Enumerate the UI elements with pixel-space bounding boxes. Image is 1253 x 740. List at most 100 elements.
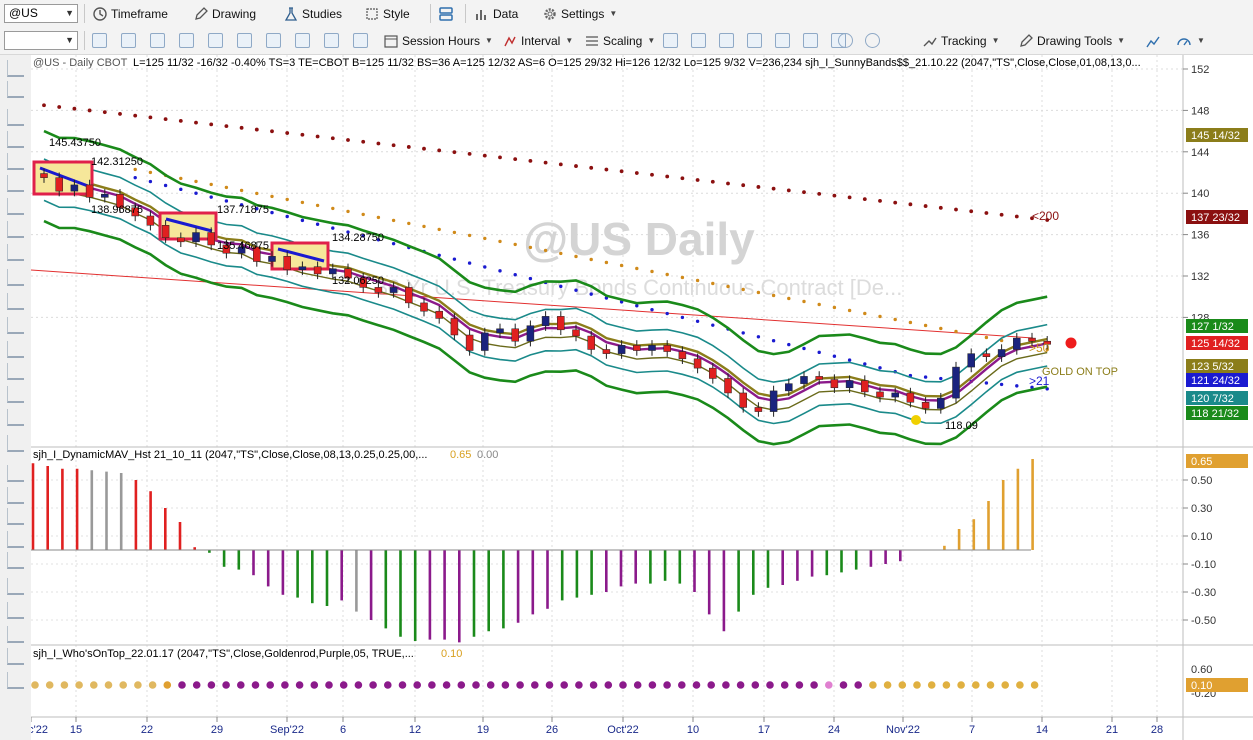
ma200-dot <box>102 110 107 115</box>
drawing-tool-button[interactable] <box>7 409 24 426</box>
drawing-tool-button[interactable] <box>7 109 24 126</box>
add-chart-button[interactable] <box>1145 30 1161 51</box>
drawing-tool-button[interactable] <box>7 508 24 525</box>
drawing-tool-button[interactable] <box>7 81 24 98</box>
price-badge-label: 121 24/32 <box>1191 375 1240 387</box>
chevron-down-icon[interactable]: ▼ <box>992 36 1000 45</box>
toolbar-icon-button[interactable] <box>353 33 368 48</box>
tracking-button[interactable]: Tracking ▼ <box>922 30 1000 51</box>
ma50-dot <box>513 242 517 247</box>
style-button[interactable]: Style <box>364 3 410 24</box>
drawing-button[interactable]: Drawing <box>193 3 256 24</box>
drawing-tools-button[interactable]: Drawing Tools ▼ <box>1018 30 1125 51</box>
price-annotation: 135.46875 <box>217 240 269 252</box>
toolbar-icon-button[interactable] <box>295 33 310 48</box>
toolbar-icon-button[interactable] <box>121 33 136 48</box>
whos-on-top-value: 0.10 <box>441 648 462 660</box>
chevron-down-icon[interactable]: ▼ <box>485 36 493 45</box>
toolbar-icon-button[interactable] <box>324 33 339 48</box>
toolbar-icon-button[interactable] <box>179 33 194 48</box>
toolbar-icon-button[interactable] <box>266 33 281 48</box>
drawing-tool-button[interactable] <box>7 341 24 358</box>
ma200-dot <box>513 157 518 162</box>
toolbar-icon-button[interactable] <box>691 33 706 48</box>
interval-combo[interactable]: ▼ <box>4 31 78 50</box>
chart-area[interactable]: @US Daily 30 Yr U.S. Treasury Bonds Cont… <box>31 55 1253 740</box>
ma50-dot <box>984 335 989 340</box>
toolbar-icon-button[interactable] <box>775 33 790 48</box>
session-hours-button[interactable]: Session Hours ▼ <box>383 30 493 51</box>
toolbar-icon-button[interactable] <box>663 33 678 48</box>
drawing-tool-button[interactable] <box>7 244 24 261</box>
chevron-down-icon[interactable]: ▼ <box>65 5 74 22</box>
drawing-tool-button[interactable] <box>7 386 24 403</box>
toolbar-icon-button[interactable] <box>92 33 107 48</box>
toolbar-icon-button[interactable] <box>208 33 223 48</box>
zoom-button[interactable] <box>865 33 880 48</box>
data-button[interactable]: Data <box>474 3 518 24</box>
candle <box>207 232 215 246</box>
layout-button[interactable] <box>438 3 454 24</box>
drawing-tool-button[interactable] <box>7 60 24 77</box>
drawing-tool-button[interactable] <box>7 153 24 170</box>
whos-on-top-dot <box>854 681 862 689</box>
ma21-dot <box>300 218 305 223</box>
ma200-dot <box>969 209 974 214</box>
clock-icon <box>93 6 107 21</box>
drawing-tool-button[interactable] <box>7 487 24 504</box>
chevron-down-icon[interactable]: ▼ <box>609 9 617 18</box>
drawing-tool-button[interactable] <box>7 531 24 548</box>
chevron-down-icon[interactable]: ▼ <box>1197 36 1205 45</box>
whos-on-top-tick-label: 0.60 <box>1191 664 1212 676</box>
toolbar-icon-button[interactable] <box>150 33 165 48</box>
drawing-tool-button[interactable] <box>7 269 24 286</box>
scaling-button[interactable]: Scaling ▼ <box>584 30 655 51</box>
ma21-dot <box>589 292 593 296</box>
whos-on-top-dot <box>134 681 142 689</box>
toolbar-icon-button[interactable] <box>237 33 252 48</box>
studies-button[interactable]: Studies <box>283 3 342 24</box>
drawing-tool-button[interactable] <box>7 552 24 569</box>
drawing-tool-button[interactable] <box>7 626 24 643</box>
price-tick-label: 136 <box>1191 230 1209 242</box>
chevron-down-icon[interactable]: ▼ <box>65 32 74 49</box>
drawing-tool-button[interactable] <box>7 578 24 595</box>
settings-button[interactable]: Settings ▼ <box>542 3 617 24</box>
zoom-button[interactable] <box>838 33 853 48</box>
interval-button[interactable]: Interval ▼ <box>502 30 573 51</box>
candle <box>511 328 519 342</box>
drawing-tool-button[interactable] <box>7 175 24 192</box>
drawing-tool-button[interactable] <box>7 602 24 619</box>
candle <box>693 358 702 369</box>
drawing-tool-button[interactable] <box>7 198 24 215</box>
drawing-tool-button[interactable] <box>7 648 24 665</box>
toolbar-icon-button[interactable] <box>719 33 734 48</box>
drawing-tool-button[interactable] <box>7 363 24 380</box>
symbol-combo[interactable]: @US ▼ <box>4 4 78 23</box>
timeframe-button[interactable]: Timeframe <box>92 3 168 24</box>
whos-on-top-dot <box>339 681 348 689</box>
toolbar-icon-button[interactable] <box>747 33 762 48</box>
whos-on-top-dot <box>927 681 936 689</box>
drawing-tool-button[interactable] <box>7 435 24 452</box>
drawing-tool-button[interactable] <box>7 672 24 689</box>
chevron-down-icon[interactable]: ▼ <box>565 36 573 45</box>
whos-on-top-dot <box>633 681 642 689</box>
drawing-tool-button[interactable] <box>7 221 24 238</box>
ma200-dot <box>589 165 594 170</box>
drawing-tool-button[interactable] <box>7 465 24 482</box>
candle <box>481 332 489 351</box>
chevron-down-icon[interactable]: ▼ <box>647 36 655 45</box>
toolbar-icon-button[interactable] <box>803 33 818 48</box>
ma50-dot <box>239 188 244 193</box>
ma200-dot <box>574 164 578 168</box>
chevron-down-icon[interactable]: ▼ <box>1117 36 1125 45</box>
whos-on-top-dot <box>192 681 201 689</box>
drawing-tool-button[interactable] <box>7 317 24 334</box>
drawing-tool-button[interactable] <box>7 293 24 310</box>
dashboard-button[interactable]: ▼ <box>1176 30 1205 51</box>
drawing-tool-button[interactable] <box>7 131 24 148</box>
ma50-dot <box>847 308 852 313</box>
whos-on-top-dot <box>251 681 260 689</box>
price-tick-label: 140 <box>1191 188 1209 200</box>
